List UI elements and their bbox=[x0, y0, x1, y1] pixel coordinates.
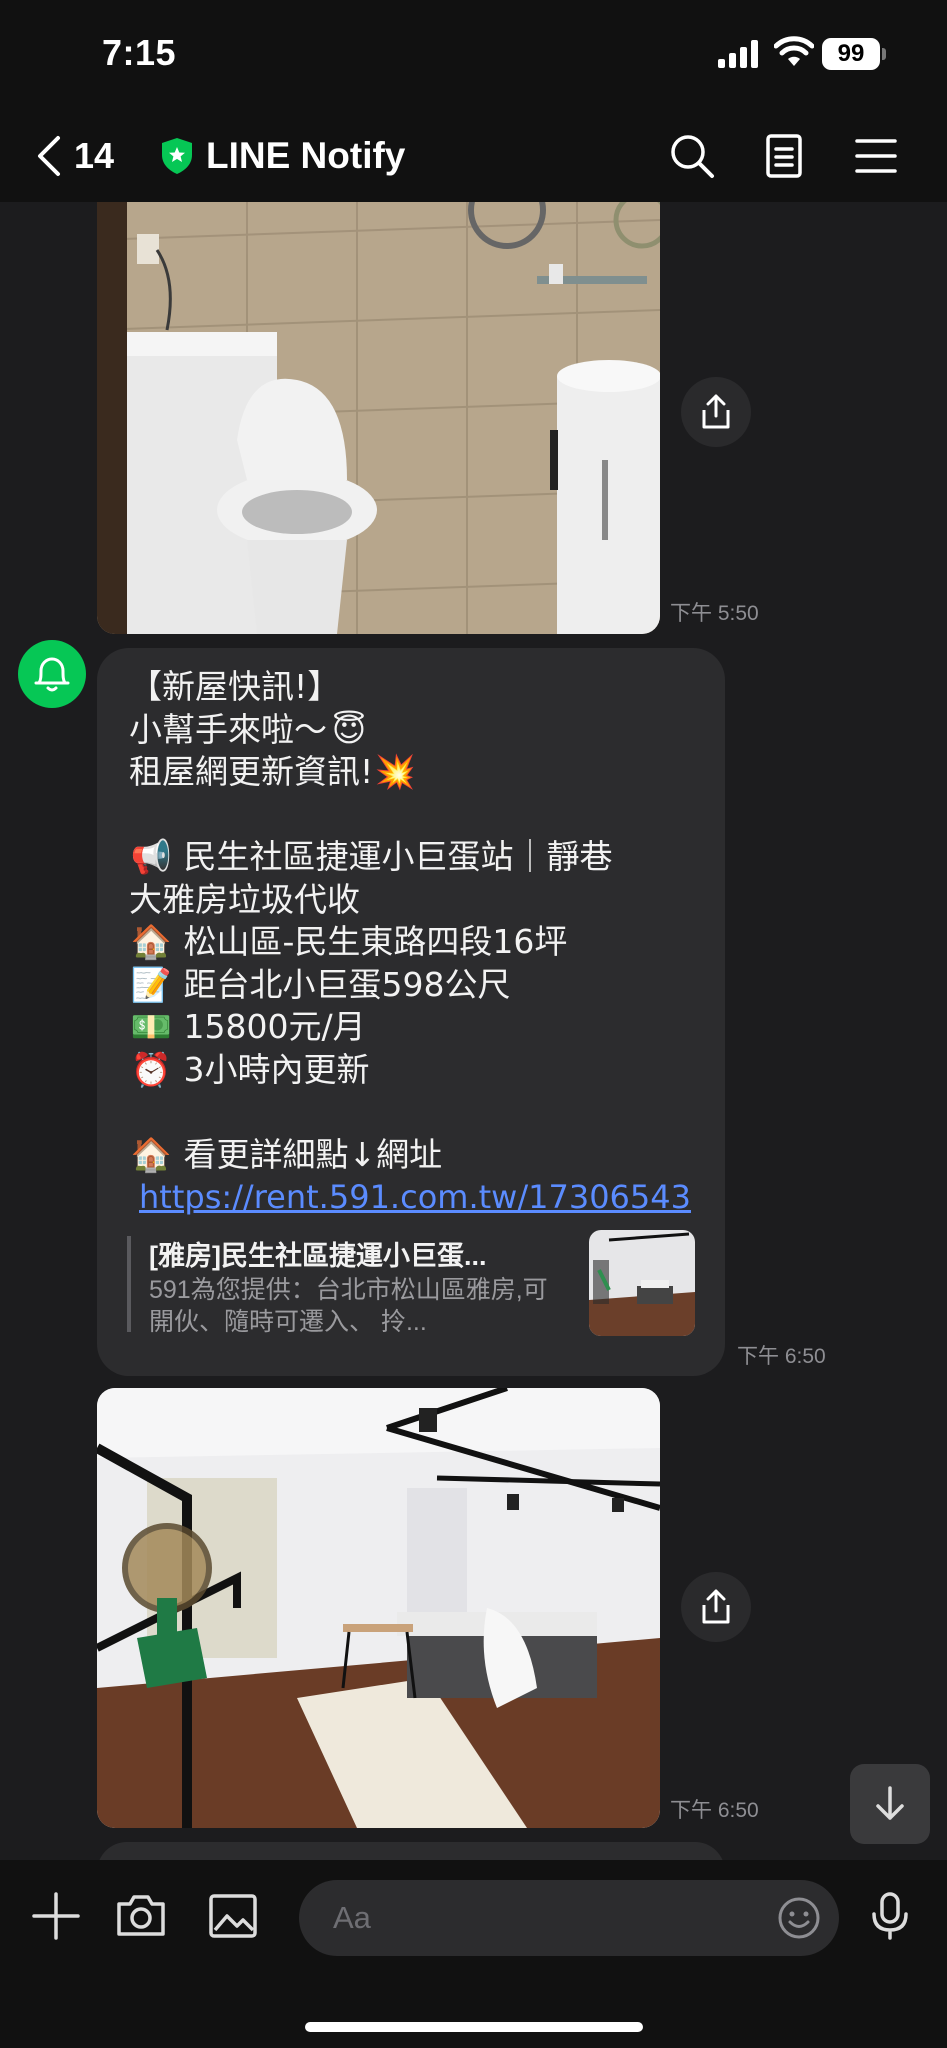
battery-level: 99 bbox=[822, 38, 880, 70]
battery-indicator: 99 bbox=[822, 38, 886, 70]
share-icon bbox=[702, 1589, 730, 1624]
line-notify-avatar[interactable] bbox=[18, 640, 86, 708]
message-line: 📝 距台北小巨蛋598公尺 bbox=[129, 964, 709, 1007]
share-button[interactable] bbox=[681, 1572, 751, 1642]
preview-thumbnail bbox=[589, 1230, 695, 1336]
bathroom-photo[interactable] bbox=[97, 202, 660, 634]
money-emoji: 💵 bbox=[130, 1007, 172, 1046]
search-icon[interactable] bbox=[668, 132, 716, 180]
message-time: 下午 6:50 bbox=[670, 1799, 759, 1822]
battery-cap bbox=[882, 48, 886, 60]
notify-message-bubble[interactable]: 【新屋快訊!】 小幫手來啦～ 😇 租屋網更新資訊!💥 📢 民生社區捷運小巨蛋站｜靜… bbox=[97, 648, 725, 1376]
status-bar: 7:15 99 bbox=[0, 0, 947, 110]
listing-link[interactable]: https://rent.591.com.tw/17306543 bbox=[139, 1178, 691, 1216]
preview-title: [雅房]民生社區捷運小巨蛋... bbox=[149, 1241, 487, 1271]
message-time: 下午 5:50 bbox=[670, 602, 759, 625]
preview-description: 591為您提供：台北市松山區雅房,可開伙、隨時可遷入、 拎... bbox=[149, 1276, 548, 1336]
message-input[interactable]: Aa bbox=[299, 1880, 839, 1956]
unread-count: 14 bbox=[74, 135, 115, 176]
arrow-down-icon bbox=[876, 1786, 904, 1820]
message-line: 📢 民生社區捷運小巨蛋站｜靜巷 bbox=[129, 836, 709, 879]
megaphone-emoji: 📢 bbox=[130, 837, 172, 876]
notes-icon[interactable] bbox=[760, 132, 808, 180]
preview-accent-bar bbox=[127, 1236, 131, 1332]
chat-header: 14 LINE Notify bbox=[0, 110, 947, 202]
verified-shield-icon bbox=[162, 138, 192, 174]
plus-icon[interactable] bbox=[30, 1890, 82, 1942]
house-emoji: 🏠 bbox=[130, 922, 172, 961]
message-line: 🏠 松山區-民生東路四段16坪 bbox=[129, 921, 709, 964]
message-time: 下午 6:50 bbox=[737, 1345, 826, 1368]
message-line: 【新屋快訊!】 bbox=[129, 667, 341, 706]
link-preview-card[interactable]: [雅房]民生社區捷運小巨蛋... 591為您提供：台北市松山區雅房,可開伙、隨時… bbox=[127, 1230, 695, 1338]
message-line: 小幫手來啦～ 😇 bbox=[129, 709, 709, 752]
message-line: https://rent.591.com.tw/17306543 bbox=[129, 1176, 709, 1219]
home-indicator bbox=[305, 2022, 643, 2032]
message-input-bar: Aa bbox=[0, 1860, 947, 2048]
menu-icon[interactable] bbox=[852, 132, 900, 180]
chat-title: LINE Notify bbox=[206, 135, 406, 176]
chat-title-area[interactable]: LINE Notify bbox=[160, 130, 405, 182]
scroll-to-bottom-button[interactable] bbox=[850, 1764, 930, 1844]
next-message-bubble[interactable] bbox=[97, 1842, 725, 1860]
share-icon bbox=[702, 394, 730, 429]
message-line: 租屋網更新資訊!💥 bbox=[129, 751, 709, 794]
angel-emoji: 😇 bbox=[331, 709, 367, 749]
image-icon[interactable] bbox=[207, 1890, 259, 1942]
cellular-signal-icon bbox=[718, 40, 758, 68]
status-time: 7:15 bbox=[102, 32, 177, 73]
microphone-icon[interactable] bbox=[864, 1890, 916, 1942]
wifi-icon bbox=[774, 36, 814, 66]
bedroom-photo[interactable] bbox=[97, 1388, 660, 1828]
chat-area[interactable]: 下午 5:50 【新屋快訊!】 小幫手來啦～ 😇 租屋網更新資訊!💥 📢 民生社區… bbox=[0, 202, 947, 1860]
alarm-clock-emoji: ⏰ bbox=[130, 1049, 172, 1089]
notify-message-text: 【新屋快訊!】 小幫手來啦～ 😇 租屋網更新資訊!💥 📢 民生社區捷運小巨蛋站｜靜… bbox=[129, 666, 709, 1219]
bell-icon bbox=[34, 657, 70, 692]
memo-emoji: 📝 bbox=[130, 964, 172, 1004]
message-line: ⏰ 3小時內更新 bbox=[129, 1049, 709, 1092]
message-line: 大雅房垃圾代收 bbox=[129, 879, 360, 919]
camera-icon[interactable] bbox=[115, 1890, 167, 1942]
input-placeholder: Aa bbox=[333, 1900, 371, 1935]
house-emoji: 🏠 bbox=[130, 1134, 172, 1174]
chevron-left-icon bbox=[38, 136, 60, 176]
message-line: 💵 15800元/月 bbox=[129, 1006, 709, 1049]
back-button[interactable]: 14 bbox=[36, 130, 114, 182]
share-button[interactable] bbox=[681, 377, 751, 447]
collision-emoji: 💥 bbox=[374, 752, 416, 791]
message-line: 🏠 看更詳細點↓網址 bbox=[129, 1134, 709, 1177]
emoji-icon[interactable] bbox=[777, 1896, 821, 1940]
